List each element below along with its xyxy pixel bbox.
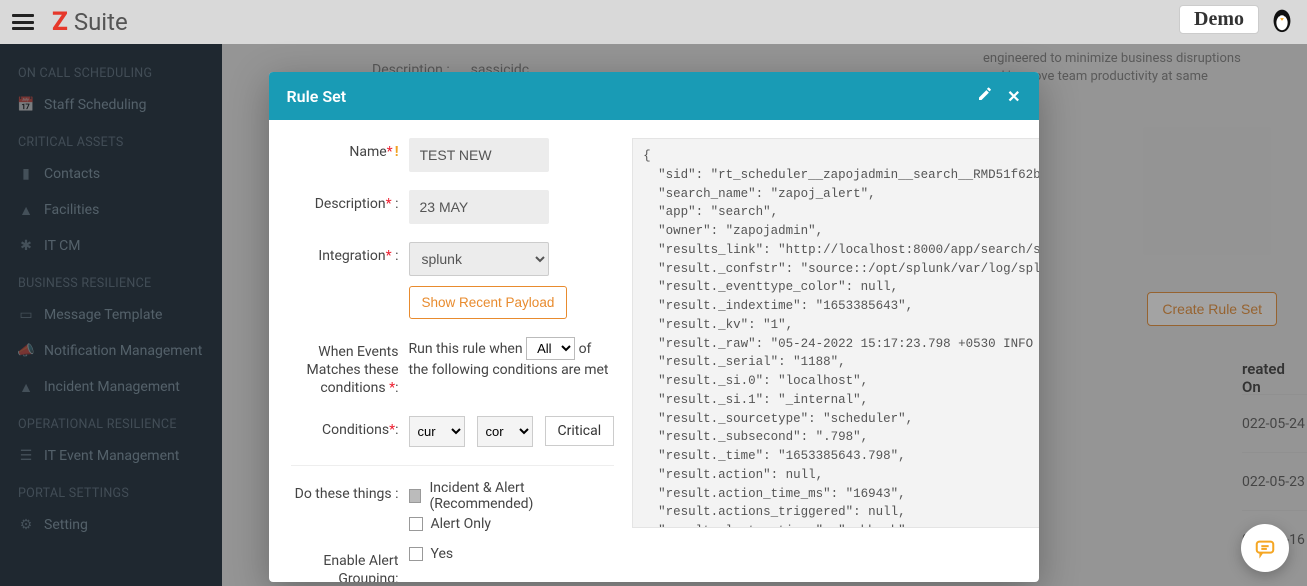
condition-field-select[interactable]: cur xyxy=(409,416,465,447)
modal-title: Rule Set xyxy=(287,87,347,106)
match-text-prefix: Run this rule when xyxy=(409,341,523,357)
brand-logo[interactable]: Z Suite xyxy=(52,7,128,37)
topbar: Z Suite Demo xyxy=(0,0,1307,44)
show-recent-payload-button[interactable]: Show Recent Payload xyxy=(409,286,568,319)
demo-badge: Demo xyxy=(1179,5,1259,34)
do-option-label: Incident & Alert (Recommended) xyxy=(429,480,614,512)
chat-fab[interactable] xyxy=(1241,524,1289,572)
user-avatar-icon[interactable] xyxy=(1267,4,1297,34)
grouping-yes-checkbox[interactable] xyxy=(409,547,423,561)
condition-operator-select[interactable]: cor xyxy=(477,416,533,447)
do-option-label: Alert Only xyxy=(431,516,492,532)
alert-only-checkbox[interactable] xyxy=(409,517,423,531)
description-input[interactable] xyxy=(409,190,549,224)
match-label: Matches these xyxy=(307,362,399,378)
payload-preview[interactable]: { "sid": "rt_scheduler__zapojadmin__sear… xyxy=(632,138,1038,528)
grouping-label: Grouping: xyxy=(338,571,398,582)
grouping-label: Enable Alert xyxy=(323,553,398,569)
modal-form: Name*! Description* : In xyxy=(291,138,615,574)
condition-value[interactable]: Critical xyxy=(545,416,615,446)
description-label: Description xyxy=(315,196,386,212)
match-mode-select[interactable]: All xyxy=(526,337,575,360)
grouping-option-label: Yes xyxy=(431,546,454,562)
menu-toggle-icon[interactable] xyxy=(12,14,34,30)
warning-icon: ! xyxy=(395,144,399,160)
integration-label: Integration xyxy=(318,248,385,264)
close-icon[interactable]: ✕ xyxy=(1007,87,1020,106)
edit-icon[interactable] xyxy=(977,86,993,106)
incident-alert-checkbox[interactable] xyxy=(409,489,422,503)
name-label: Name xyxy=(349,144,386,160)
match-label: When Events xyxy=(318,344,398,360)
do-things-label: Do these things : xyxy=(291,480,409,502)
conditions-label: Conditions xyxy=(322,422,389,438)
integration-select[interactable]: splunk xyxy=(409,242,549,276)
modal-header: Rule Set ✕ xyxy=(269,72,1039,120)
rule-set-modal: Rule Set ✕ Name*! xyxy=(269,72,1039,582)
modal-overlay: Rule Set ✕ Name*! xyxy=(0,44,1307,586)
match-label: conditions xyxy=(320,380,385,396)
brand-text: Suite xyxy=(74,8,128,36)
name-input[interactable] xyxy=(409,138,549,172)
